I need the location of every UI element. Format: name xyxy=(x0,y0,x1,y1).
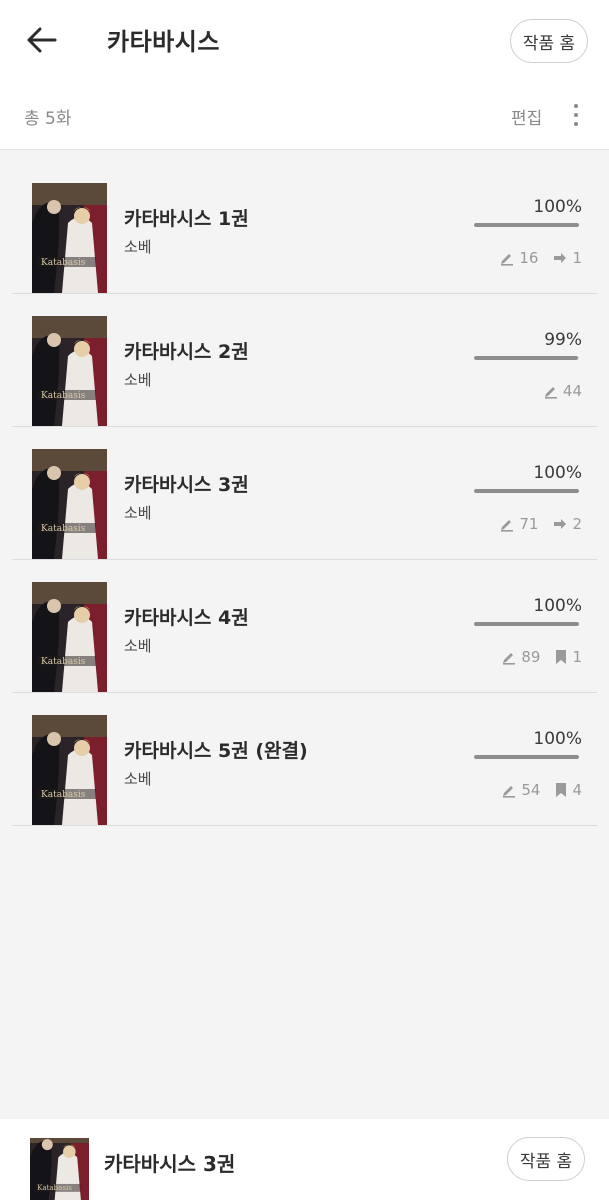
episode-author: 소베 xyxy=(124,770,152,788)
progress-bar xyxy=(474,356,579,360)
secondary-count: 1 xyxy=(552,249,582,267)
secondary-count: 1 xyxy=(554,648,582,666)
comment-count: 71 xyxy=(499,515,538,533)
episode-stats: 44 xyxy=(543,382,582,400)
secondary-count-value: 4 xyxy=(572,781,582,799)
cover-image: Katabasis xyxy=(32,449,107,559)
comment-count: 54 xyxy=(501,781,540,799)
svg-text:Katabasis: Katabasis xyxy=(41,524,86,534)
bookmark-icon xyxy=(554,782,568,798)
current-cover-image[interactable]: Katabasis xyxy=(30,1138,89,1200)
back-button[interactable] xyxy=(22,24,62,60)
episode-stats: 54 4 xyxy=(501,781,582,799)
secondary-count-value: 1 xyxy=(572,249,582,267)
secondary-count: 2 xyxy=(552,515,582,533)
cover-image: Katabasis xyxy=(32,316,107,426)
bookmark-icon xyxy=(554,649,568,665)
progress-percent: 100% xyxy=(533,197,582,217)
episode-stats: 16 1 xyxy=(499,249,582,267)
episode-title: 카타바시스 1권 xyxy=(124,208,249,230)
episode-row[interactable]: Katabasis 카타바시스 1권소베 100% 16 1 xyxy=(12,161,597,294)
episode-title: 카타바시스 4권 xyxy=(124,607,249,629)
more-options-icon[interactable] xyxy=(565,100,587,130)
episode-stats: 89 1 xyxy=(501,648,582,666)
comment-count: 89 xyxy=(501,648,540,666)
episode-author: 소베 xyxy=(124,238,152,256)
svg-text:Katabasis: Katabasis xyxy=(37,1183,72,1192)
episode-title: 카타바시스 2권 xyxy=(124,341,249,363)
episode-row[interactable]: Katabasis 카타바시스 5권 (완결) 소베 100% 54 4 xyxy=(12,693,597,826)
pencil-icon xyxy=(543,383,559,399)
episode-title: 카타바시스 3권 xyxy=(124,474,249,496)
progress-bar xyxy=(474,223,579,227)
progress-bar-fill xyxy=(474,622,579,626)
episode-author: 소베 xyxy=(124,504,152,522)
reader-library-screen: 카타바시스 작품 홈 총 5화 편집 Katabasis 카타바시스 1권소베 10… xyxy=(0,0,609,1200)
progress-bar xyxy=(474,622,579,626)
episode-count: 총 5화 xyxy=(24,109,72,129)
cover-image: Katabasis xyxy=(32,715,107,825)
progress-bar xyxy=(474,489,579,493)
secondary-count-value: 2 xyxy=(572,515,582,533)
pencil-icon xyxy=(499,516,515,532)
episode-author: 소베 xyxy=(124,637,152,655)
cover-image: Katabasis xyxy=(32,582,107,692)
episode-row[interactable]: Katabasis 카타바시스 3권소베 100% 71 2 xyxy=(12,427,597,560)
progress-percent: 100% xyxy=(533,729,582,749)
comment-count-value: 44 xyxy=(562,382,582,400)
svg-text:Katabasis: Katabasis xyxy=(41,657,86,667)
episode-title: 카타바시스 5권 (완결) xyxy=(124,740,308,762)
progress-percent: 100% xyxy=(533,596,582,616)
progress-bar xyxy=(474,755,579,759)
episode-row[interactable]: Katabasis 카타바시스 2권소베 99% 44 xyxy=(12,294,597,427)
pencil-icon xyxy=(501,782,517,798)
episode-list: Katabasis 카타바시스 1권소베 100% 16 1 Katabasis 카타바시스… xyxy=(12,161,597,826)
progress-percent: 99% xyxy=(544,330,582,350)
bottom-work-home-button[interactable]: 작품 홈 xyxy=(507,1137,585,1181)
secondary-count: 4 xyxy=(554,781,582,799)
progress-bar-fill xyxy=(474,755,579,759)
comment-count: 44 xyxy=(543,382,582,400)
episode-author: 소베 xyxy=(124,371,152,389)
episode-row[interactable]: Katabasis 카타바시스 4권소베 100% 89 1 xyxy=(12,560,597,693)
svg-text:Katabasis: Katabasis xyxy=(41,258,86,268)
comment-count-value: 89 xyxy=(521,648,541,666)
pencil-icon xyxy=(499,250,515,266)
episode-stats: 71 2 xyxy=(499,515,582,533)
comment-count-value: 54 xyxy=(521,781,541,799)
bottom-now-reading-bar: Katabasis 카타바시스 3권 작품 홈 xyxy=(0,1119,609,1200)
cover-image: Katabasis xyxy=(32,183,107,293)
progress-bar-fill xyxy=(474,489,579,493)
secondary-count-value: 1 xyxy=(572,648,582,666)
pencil-icon xyxy=(501,649,517,665)
svg-text:Katabasis: Katabasis xyxy=(41,391,86,401)
share-icon xyxy=(552,516,568,532)
current-title[interactable]: 카타바시스 3권 xyxy=(104,1148,235,1177)
header: 카타바시스 작품 홈 총 5화 편집 xyxy=(0,0,609,150)
progress-percent: 100% xyxy=(533,463,582,483)
edit-button[interactable]: 편집 xyxy=(511,104,542,129)
share-icon xyxy=(552,250,568,266)
back-arrow-icon xyxy=(27,27,57,57)
page-title: 카타바시스 xyxy=(107,28,220,56)
comment-count: 16 xyxy=(499,249,538,267)
progress-bar-fill xyxy=(474,223,579,227)
svg-text:Katabasis: Katabasis xyxy=(41,790,86,800)
work-home-button[interactable]: 작품 홈 xyxy=(510,19,588,63)
progress-bar-fill xyxy=(474,356,578,360)
comment-count-value: 16 xyxy=(519,249,539,267)
comment-count-value: 71 xyxy=(519,515,539,533)
